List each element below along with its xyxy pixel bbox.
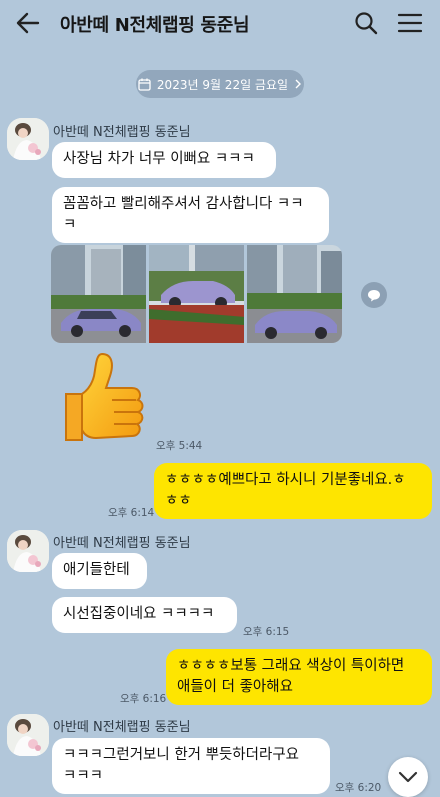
chat-header: 아반떼 N전체랩핑 동준님 xyxy=(0,0,440,46)
sender-name: 아반떼 N전체랩핑 동준님 xyxy=(53,536,191,551)
message-bubble[interactable]: ㅎㅎㅎㅎ보통 그래요 색상이 특이하면 애들이 더 좋아해요 xyxy=(166,649,432,705)
chat-title: 아반떼 N전체랩핑 동준님 xyxy=(60,15,250,36)
profile-photo xyxy=(7,118,49,160)
message-time: 오후 6:16 xyxy=(120,693,167,705)
avatar[interactable] xyxy=(7,530,49,572)
avatar[interactable] xyxy=(7,118,49,160)
profile-photo xyxy=(7,714,49,756)
back-arrow-icon[interactable] xyxy=(14,10,42,36)
sender-name: 아반떼 N전체랩핑 동준님 xyxy=(53,720,191,735)
message-bubble[interactable]: ㅋㅋㅋ그런거보니 한거 뿌듯하더라구요 ㅋㅋㅋ xyxy=(52,738,330,794)
message-bubble[interactable]: 사장님 차가 너무 이뻐요 ㅋㅋㅋ xyxy=(52,142,276,178)
scroll-to-bottom-button[interactable] xyxy=(388,757,428,797)
share-button[interactable] xyxy=(361,282,387,308)
date-text: 2023년 9월 22일 금요일 xyxy=(156,77,289,92)
speech-bubble-icon xyxy=(368,289,380,301)
search-icon[interactable] xyxy=(353,10,379,36)
sender-name: 아반떼 N전체랩핑 동준님 xyxy=(53,125,191,140)
hamburger-menu-icon[interactable] xyxy=(397,12,423,34)
photo-thumbnail[interactable] xyxy=(149,245,244,343)
avatar[interactable] xyxy=(7,714,49,756)
message-time: 오후 6:14 xyxy=(108,507,155,519)
message-time: 오후 5:44 xyxy=(156,440,203,452)
message-time: 오후 6:15 xyxy=(243,626,290,638)
message-bubble[interactable]: 애기들한테 xyxy=(52,553,147,589)
date-divider[interactable]: 2023년 9월 22일 금요일 xyxy=(136,70,304,98)
chevron-down-icon xyxy=(398,771,418,783)
message-time: 오후 6:20 xyxy=(335,782,382,794)
photo-thumbnail[interactable] xyxy=(51,245,146,343)
thumbs-up-emoticon[interactable] xyxy=(62,350,146,450)
calendar-icon xyxy=(138,78,151,91)
message-bubble[interactable]: ㅎㅎㅎㅎ예쁘다고 하시니 기분좋네요.ㅎ ㅎㅎ xyxy=(154,463,432,519)
chevron-right-icon xyxy=(295,79,302,89)
photo-thumbnail[interactable] xyxy=(247,245,342,343)
message-bubble[interactable]: 시선집중이네요 ㅋㅋㅋㅋ xyxy=(52,597,237,633)
photo-album xyxy=(51,245,342,343)
profile-photo xyxy=(7,530,49,572)
message-bubble[interactable]: 꼼꼼하고 빨리해주셔서 감사합니다 ㅋㅋ ㅋ xyxy=(52,187,329,243)
